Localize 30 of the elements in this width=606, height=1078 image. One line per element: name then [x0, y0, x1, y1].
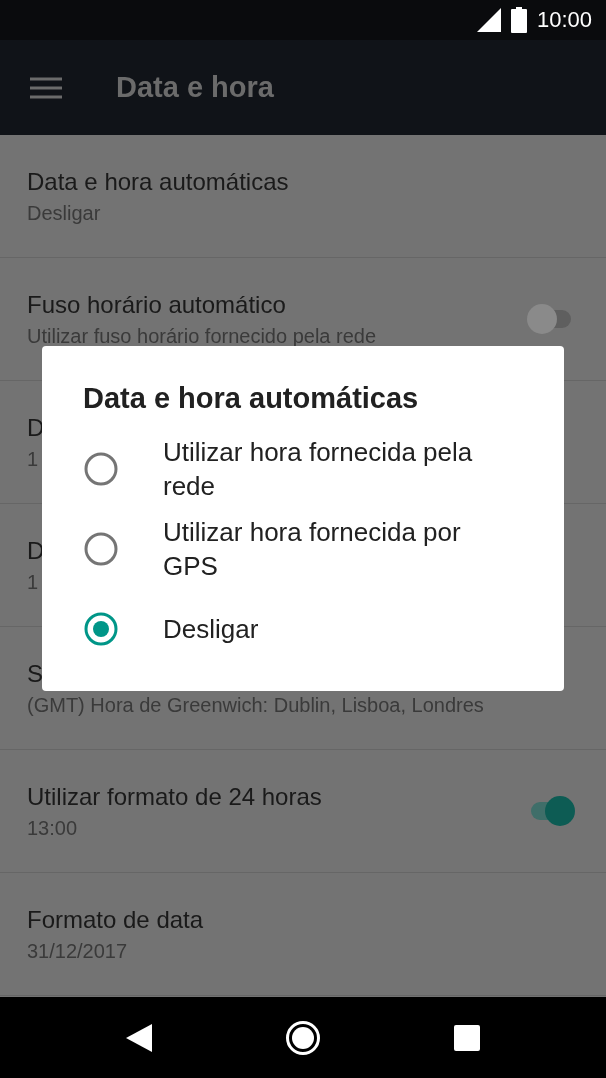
- setting-value: 13:00: [27, 816, 78, 840]
- screen-title: Data e hora: [116, 71, 274, 104]
- signal-icon: [476, 8, 501, 32]
- setting-value: 1: [27, 570, 39, 594]
- option-label[interactable]: Desligar: [163, 612, 498, 646]
- radio-button[interactable]: [83, 611, 119, 647]
- setting-title: Data e hora automáticas: [27, 167, 289, 196]
- setting-value: 1: [27, 447, 39, 471]
- settings-row[interactable]: Formato de data 31/12/2017: [0, 873, 606, 996]
- radio-button[interactable]: [83, 451, 119, 487]
- recents-icon[interactable]: [453, 1024, 480, 1051]
- radio-button[interactable]: [83, 531, 119, 567]
- setting-title: Utilizar formato de 24 horas: [27, 782, 322, 811]
- clock-time: 10:00: [536, 7, 592, 33]
- setting-value: Utilizar fuso horário fornecido pela rede: [27, 324, 377, 348]
- setting-value: 31/12/2017: [27, 939, 128, 963]
- setting-title: Formato de data: [27, 905, 204, 934]
- battery-icon: [510, 7, 527, 33]
- menu-icon[interactable]: [30, 76, 62, 99]
- back-icon[interactable]: [126, 1023, 153, 1052]
- option-label[interactable]: Utilizar hora fornecida pela rede: [163, 435, 498, 503]
- home-icon[interactable]: [285, 1019, 321, 1056]
- settings-row[interactable]: Utilizar formato de 24 horas 13:00: [0, 750, 606, 873]
- setting-value: Desligar: [27, 201, 101, 225]
- setting-title: Fuso horário automático: [27, 290, 286, 319]
- setting-title: S: [27, 659, 43, 688]
- setting-value: (GMT) Hora de Greenwich: Dublin, Lisboa, Londres: [27, 693, 484, 717]
- option-label[interactable]: Utilizar hora fornecida por GPS: [163, 515, 498, 583]
- dialog-title: Data e hora automáticas: [83, 382, 420, 415]
- settings-row[interactable]: Data e hora automáticas Desligar: [0, 135, 606, 258]
